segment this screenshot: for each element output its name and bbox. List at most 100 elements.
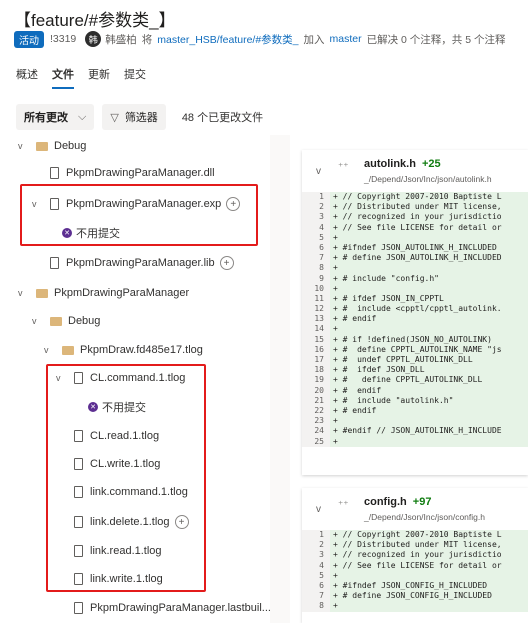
line-number: 23 bbox=[302, 416, 330, 427]
code-line: 17 + # undef CPPTL_AUTOLINK_DLL bbox=[302, 355, 528, 366]
code-line: 19 + # define CPPTL_AUTOLINK_DLL bbox=[302, 375, 528, 386]
code-text: + // Distributed under MIT license, bbox=[330, 202, 528, 213]
code-line: 4 + // See file LICENSE for detail or bbox=[302, 560, 528, 571]
tab-files[interactable]: 文件 bbox=[52, 66, 74, 89]
add-comment-icon[interactable]: + bbox=[219, 256, 234, 270]
code-line: 1 + // Copyright 2007-2010 Baptiste L bbox=[302, 192, 528, 203]
author-name[interactable]: 韩盛柏 bbox=[105, 32, 137, 47]
line-number: 6 bbox=[302, 242, 330, 254]
tab-overview[interactable]: 概述 bbox=[16, 66, 38, 89]
diff-card-header[interactable]: v ⁺⁺ autolink.h +25 _/Depend/Json/Inc/jso… bbox=[302, 150, 528, 192]
line-number: 5 bbox=[302, 232, 330, 243]
lines-added: +97 bbox=[412, 496, 432, 508]
folder-icon bbox=[36, 288, 48, 298]
code-line: 7 + # define JSON_AUTOLINK_H_INCLUDED bbox=[302, 253, 528, 264]
line-number: 14 bbox=[302, 324, 330, 335]
filter-label: 筛选器 bbox=[124, 112, 158, 124]
diff-file-name[interactable]: config.h +97 bbox=[364, 496, 431, 508]
pane-divider[interactable] bbox=[270, 135, 290, 623]
avatar[interactable]: 韩 bbox=[85, 31, 102, 47]
highlight-box bbox=[20, 184, 258, 246]
code-text: + bbox=[330, 324, 528, 335]
line-number: 18 bbox=[302, 365, 330, 376]
code-line: 11 + # ifdef JSON_IN_CPPTL bbox=[302, 293, 528, 305]
chevron-down-icon[interactable]: v bbox=[18, 288, 30, 298]
file-icon bbox=[74, 602, 83, 614]
tab-commits[interactable]: 提交 bbox=[124, 66, 146, 89]
line-number: 7 bbox=[302, 253, 330, 264]
code-text: + # endif bbox=[330, 385, 528, 396]
lines-added: +25 bbox=[421, 158, 441, 170]
target-branch-link[interactable]: master bbox=[330, 33, 362, 45]
line-number: 9 bbox=[302, 273, 330, 284]
code-text: + # if !defined(JSON_NO_AUTOLINK) bbox=[330, 334, 528, 345]
code-line: 12 + # include <cpptl/cpptl_autolink. bbox=[302, 304, 528, 315]
code-line: 14 + bbox=[302, 324, 528, 335]
chevron-down-icon[interactable]: v bbox=[316, 166, 321, 177]
code-text: + bbox=[330, 436, 528, 447]
tree-item-label: PkpmDraw.fd485e17.tlog bbox=[80, 344, 203, 356]
filter-button[interactable]: ▽ 筛选器 bbox=[102, 104, 166, 130]
chevron-down-icon[interactable]: v bbox=[18, 141, 30, 151]
pr-tabs: 概述 文件 更新 提交 bbox=[16, 66, 146, 89]
tree-item-label: Debug bbox=[68, 315, 101, 327]
line-number: 13 bbox=[302, 314, 330, 325]
tree-item-label: PkpmDrawingParaManager.lastbuil... bbox=[90, 602, 270, 614]
code-line: 6 + #ifndef JSON_AUTOLINK_H_INCLUDED bbox=[302, 242, 528, 254]
line-number: 4 bbox=[302, 560, 330, 571]
tree-item[interactable]: v Debug bbox=[18, 136, 86, 156]
folder-icon bbox=[62, 345, 74, 355]
chevron-down-icon[interactable]: v bbox=[32, 316, 44, 326]
line-number: 1 bbox=[302, 530, 330, 541]
pr-id[interactable]: !3319 bbox=[50, 33, 76, 45]
line-number: 3 bbox=[302, 212, 330, 223]
line-number: 5 bbox=[302, 570, 330, 581]
source-branch-link[interactable]: master_HSB/feature/#参数类_ bbox=[157, 32, 298, 47]
tab-updates[interactable]: 更新 bbox=[88, 66, 110, 89]
chevron-down-icon[interactable]: v bbox=[44, 345, 56, 355]
code-text: + #endif // JSON_AUTOLINK_H_INCLUDE bbox=[330, 426, 528, 437]
line-number: 16 bbox=[302, 344, 330, 355]
code-text: + # endif bbox=[330, 405, 528, 417]
code-text: + #ifndef JSON_CONFIG_H_INCLUDED bbox=[330, 580, 528, 592]
code-text: + bbox=[330, 570, 528, 581]
code-line: 24 + #endif // JSON_AUTOLINK_H_INCLUDE bbox=[302, 426, 528, 437]
tree-item[interactable]: v Debug bbox=[32, 311, 100, 331]
tree-item-label: PkpmDrawingParaManager bbox=[54, 287, 190, 299]
diff-card-header[interactable]: v ⁺⁺ config.h +97 _/Depend/Json/Inc/json/… bbox=[302, 488, 528, 530]
code-line: 13 + # endif bbox=[302, 314, 528, 325]
code-text: + # include "autolink.h" bbox=[330, 395, 528, 406]
code-text: + # include <cpptl/cpptl_autolink. bbox=[330, 304, 528, 315]
code-line: 3 + // recognized in your jurisdictio bbox=[302, 550, 528, 561]
code-line: 22 + # endif bbox=[302, 405, 528, 417]
highlight-box bbox=[46, 364, 206, 592]
code-text: + // recognized in your jurisdictio bbox=[330, 212, 528, 223]
code-text: + // Copyright 2007-2010 Baptiste L bbox=[330, 192, 528, 203]
chevron-down-icon[interactable]: v bbox=[316, 504, 321, 515]
code-text: + #ifndef JSON_AUTOLINK_H_INCLUDED bbox=[330, 242, 528, 254]
tree-item[interactable]: v PkpmDrawingParaManager bbox=[18, 283, 189, 303]
tree-item[interactable]: PkpmDrawingParaManager.dll bbox=[50, 163, 215, 183]
folder-icon bbox=[36, 141, 48, 151]
file-icon bbox=[50, 167, 59, 179]
tree-item-label: PkpmDrawingParaManager.dll bbox=[66, 167, 215, 179]
add-file-icon: ⁺⁺ bbox=[338, 500, 349, 511]
diff-file-name[interactable]: autolink.h +25 bbox=[364, 158, 441, 170]
diff-file-path: _/Depend/Json/Inc/json/config.h bbox=[364, 512, 485, 522]
tree-item[interactable]: PkpmDrawingParaManager.lastbuil... bbox=[74, 598, 270, 618]
line-number: 2 bbox=[302, 540, 330, 551]
comment-stats: 已解决 0 个注释，共 5 个注释 bbox=[366, 33, 506, 46]
file-icon bbox=[50, 257, 59, 269]
tree-item[interactable]: v PkpmDraw.fd485e17.tlog bbox=[44, 340, 203, 360]
all-changes-dropdown[interactable]: 所有更改 ⌵ bbox=[16, 104, 95, 130]
code-line: 8 + bbox=[302, 263, 528, 274]
code-line: 7 + # define JSON_CONFIG_H_INCLUDED bbox=[302, 591, 528, 602]
code-text: + // See file LICENSE for detail or bbox=[330, 560, 528, 571]
merge-word: 将 bbox=[141, 33, 153, 46]
code-line: 21 + # include "autolink.h" bbox=[302, 395, 528, 406]
diff-code: 1 + // Copyright 2007-2010 Baptiste L 2 + /… bbox=[302, 192, 528, 447]
line-number: 6 bbox=[302, 580, 330, 592]
code-line: 15 + # if !defined(JSON_NO_AUTOLINK) bbox=[302, 334, 528, 345]
diff-file-path: _/Depend/Json/Inc/json/autolink.h bbox=[364, 174, 492, 184]
tree-item[interactable]: PkpmDrawingParaManager.lib + bbox=[50, 253, 234, 273]
